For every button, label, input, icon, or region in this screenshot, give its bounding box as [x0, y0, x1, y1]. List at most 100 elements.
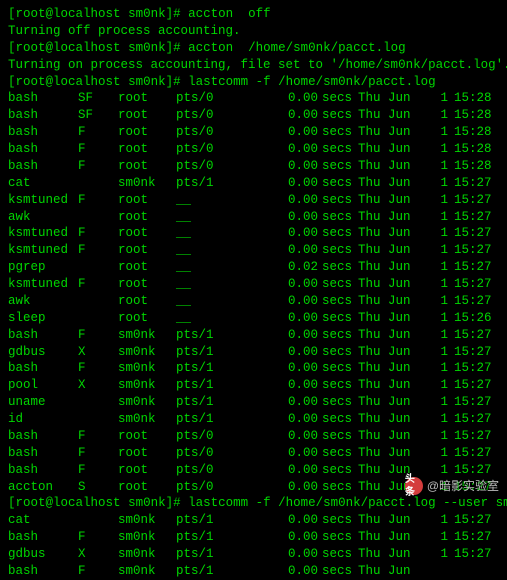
- col-secs: 0.00: [248, 124, 318, 141]
- col-time: 15:27: [448, 293, 496, 310]
- col-process: awk: [8, 293, 78, 310]
- col-day: 1: [428, 209, 448, 226]
- watermark-text: @暗影实验室: [427, 478, 499, 494]
- col-day: 1: [428, 107, 448, 124]
- col-day: 1: [428, 158, 448, 175]
- lastcomm-row: catsm0nkpts/10.00secsThu Jun115:27: [8, 175, 499, 192]
- prompt-dir: sm0nk: [128, 496, 166, 510]
- prompt-user: root@localhost: [16, 496, 121, 510]
- col-unit: secs: [318, 225, 358, 242]
- col-process: sleep: [8, 310, 78, 327]
- watermark: 头条 @暗影实验室: [405, 477, 499, 495]
- col-user: root: [118, 209, 176, 226]
- col-secs: 0.00: [248, 394, 318, 411]
- col-secs: 0.00: [248, 462, 318, 479]
- col-day: 1: [428, 276, 448, 293]
- col-unit: secs: [318, 327, 358, 344]
- lastcomm-row: ksmtunedFroot__0.00secsThu Jun115:27: [8, 276, 499, 293]
- col-time: 15:27: [448, 192, 496, 209]
- col-process: accton: [8, 479, 78, 496]
- lastcomm-row: idsm0nkpts/10.00secsThu Jun115:27: [8, 411, 499, 428]
- col-day: 1: [428, 529, 448, 546]
- col-flag: F: [78, 158, 118, 175]
- col-secs: 0.02: [248, 259, 318, 276]
- col-user: root: [118, 158, 176, 175]
- col-secs: 0.00: [248, 445, 318, 462]
- col-date: Thu Jun: [358, 360, 428, 377]
- col-secs: 0.00: [248, 546, 318, 563]
- col-unit: secs: [318, 158, 358, 175]
- lastcomm-row: bashFrootpts/00.00secsThu Jun115:27: [8, 428, 499, 445]
- output-msg-1: Turning off process accounting.: [8, 23, 499, 40]
- col-secs: 0.00: [248, 529, 318, 546]
- col-secs: 0.00: [248, 192, 318, 209]
- col-process: bash: [8, 158, 78, 175]
- col-tty: pts/1: [176, 394, 248, 411]
- lastcomm-row: bashFsm0nkpts/10.00secsThu Jun115:27: [8, 327, 499, 344]
- col-time: 15:27: [448, 394, 496, 411]
- lastcomm-row: gdbusXsm0nkpts/10.00secsThu Jun115:27: [8, 546, 499, 563]
- col-process: gdbus: [8, 546, 78, 563]
- command-text[interactable]: accton /home/sm0nk/pacct.log: [188, 41, 406, 55]
- lastcomm-row: bashSFrootpts/00.00secsThu Jun115:28: [8, 90, 499, 107]
- col-user: root: [118, 276, 176, 293]
- col-date: Thu Jun: [358, 529, 428, 546]
- col-user: sm0nk: [118, 377, 176, 394]
- col-tty: pts/0: [176, 479, 248, 496]
- col-process: cat: [8, 175, 78, 192]
- col-tty: __: [176, 225, 248, 242]
- col-process: bash: [8, 124, 78, 141]
- col-date: Thu Jun: [358, 394, 428, 411]
- col-unit: secs: [318, 512, 358, 529]
- output-msg-2: Turning on process accounting, file set …: [8, 57, 499, 74]
- col-tty: pts/1: [176, 563, 248, 580]
- col-date: Thu Jun: [358, 175, 428, 192]
- col-date: Thu Jun: [358, 158, 428, 175]
- prompt-user: root@localhost: [16, 75, 121, 89]
- col-user: root: [118, 90, 176, 107]
- col-tty: pts/1: [176, 529, 248, 546]
- col-day: 1: [428, 175, 448, 192]
- col-unit: secs: [318, 344, 358, 361]
- col-user: root: [118, 259, 176, 276]
- col-user: sm0nk: [118, 327, 176, 344]
- col-tty: __: [176, 310, 248, 327]
- command-text[interactable]: accton off: [188, 7, 271, 21]
- lastcomm-row: pgreproot__0.02secsThu Jun115:27: [8, 259, 499, 276]
- col-time: 15:27: [448, 411, 496, 428]
- col-time: 15:27: [448, 360, 496, 377]
- col-process: ksmtuned: [8, 276, 78, 293]
- col-flag: F: [78, 276, 118, 293]
- col-time: 15:28: [448, 124, 496, 141]
- lastcomm-row: bashFsm0nkpts/10.00secsThu Jun115:27: [8, 529, 499, 546]
- col-flag: [78, 175, 118, 192]
- lastcomm-row: ksmtunedFroot__0.00secsThu Jun115:27: [8, 242, 499, 259]
- col-time: 15:28: [448, 90, 496, 107]
- col-secs: 0.00: [248, 293, 318, 310]
- command-text[interactable]: lastcomm -f /home/sm0nk/pacct.log --user…: [188, 496, 507, 510]
- col-flag: F: [78, 360, 118, 377]
- prompt-close: ]: [166, 7, 174, 21]
- col-flag: F: [78, 192, 118, 209]
- col-unit: secs: [318, 360, 358, 377]
- prompt-user: root@localhost: [16, 41, 121, 55]
- col-date: Thu Jun: [358, 428, 428, 445]
- lastcomm-row: awkroot__0.00secsThu Jun115:27: [8, 293, 499, 310]
- col-tty: pts/0: [176, 124, 248, 141]
- col-day: 1: [428, 445, 448, 462]
- col-flag: F: [78, 141, 118, 158]
- col-date: Thu Jun: [358, 445, 428, 462]
- col-day: 1: [428, 124, 448, 141]
- prompt-dir: sm0nk: [128, 75, 166, 89]
- col-process: bash: [8, 327, 78, 344]
- col-unit: secs: [318, 479, 358, 496]
- col-time: 15:27: [448, 377, 496, 394]
- col-user: root: [118, 293, 176, 310]
- col-tty: pts/0: [176, 158, 248, 175]
- command-text[interactable]: lastcomm -f /home/sm0nk/pacct.log: [188, 75, 436, 89]
- col-user: root: [118, 445, 176, 462]
- col-tty: pts/1: [176, 377, 248, 394]
- col-secs: 0.00: [248, 411, 318, 428]
- col-process: gdbus: [8, 344, 78, 361]
- col-tty: pts/0: [176, 90, 248, 107]
